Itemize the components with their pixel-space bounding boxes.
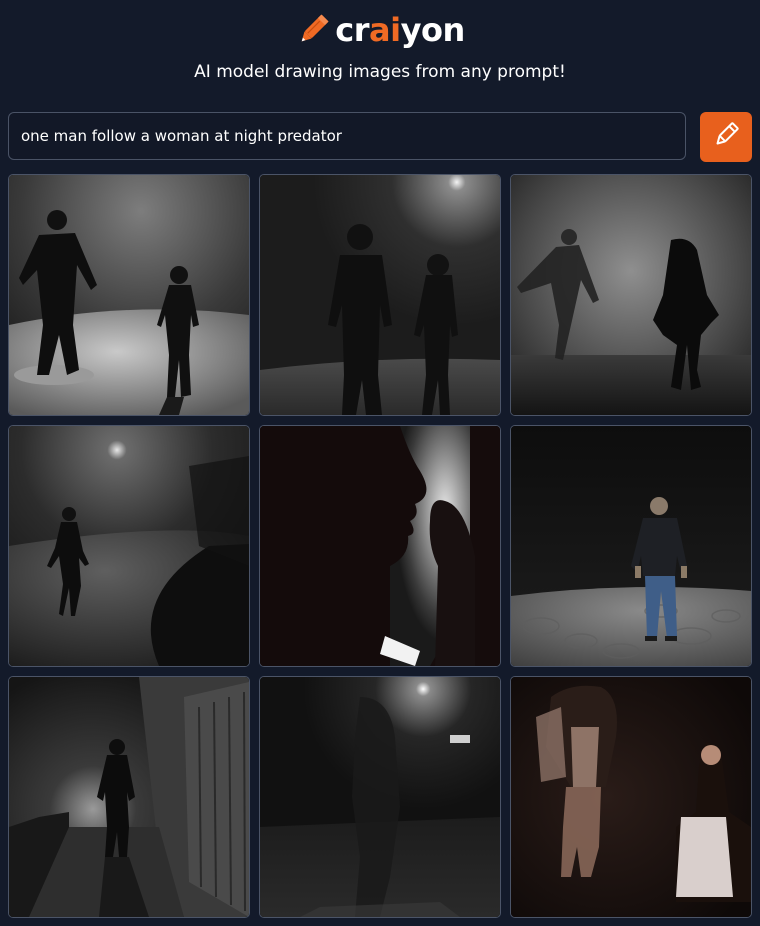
generated-image-7[interactable] xyxy=(8,676,250,918)
prompt-row: one man follow a woman at night predator xyxy=(8,112,752,162)
tagline: AI model drawing images from any prompt! xyxy=(194,62,566,82)
prompt-input[interactable]: one man follow a woman at night predator xyxy=(8,112,686,160)
craiyon-logo[interactable]: craiyon xyxy=(0,10,760,50)
generated-image-5[interactable] xyxy=(259,425,501,667)
generated-image-8[interactable] xyxy=(259,676,501,918)
pencil-icon xyxy=(295,11,331,49)
generated-image-4[interactable] xyxy=(8,425,250,667)
generated-image-9[interactable] xyxy=(510,676,752,918)
generated-image-6[interactable] xyxy=(510,425,752,667)
logo-wordmark: craiyon xyxy=(335,11,465,49)
header: craiyon AI model drawing images from any… xyxy=(0,0,760,100)
generated-image-2[interactable] xyxy=(259,174,501,416)
image-gallery xyxy=(8,174,752,918)
pencil-icon xyxy=(712,121,740,153)
generated-image-3[interactable] xyxy=(510,174,752,416)
draw-button[interactable] xyxy=(700,112,752,162)
generated-image-1[interactable] xyxy=(8,174,250,416)
